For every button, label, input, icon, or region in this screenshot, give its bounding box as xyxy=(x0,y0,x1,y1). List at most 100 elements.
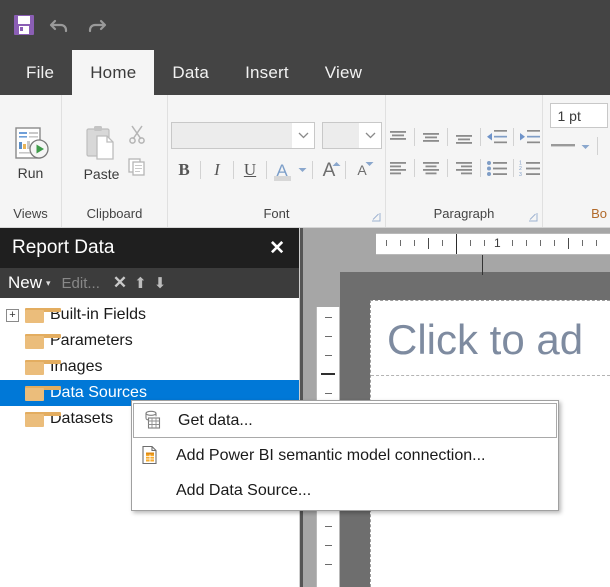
align-bottom-icon xyxy=(454,129,474,145)
paragraph-dialog-launcher-icon[interactable] xyxy=(529,213,538,222)
horizontal-ruler[interactable]: 1 xyxy=(376,233,610,255)
decrease-indent-button[interactable] xyxy=(484,125,510,149)
line-style-icon xyxy=(550,140,576,150)
align-top-icon xyxy=(388,129,408,145)
align-bottom-button[interactable] xyxy=(451,125,477,149)
ruler-label-1: 1 xyxy=(494,236,501,250)
divider xyxy=(447,128,448,146)
context-menu-item-get-data[interactable]: Get data... xyxy=(133,403,557,438)
tree-item-parameters[interactable]: Parameters xyxy=(0,328,299,354)
align-left-button[interactable] xyxy=(385,156,411,180)
border-width-input[interactable]: 1 pt xyxy=(550,103,608,128)
ribbon-group-paragraph-label: Paragraph xyxy=(434,206,495,227)
database-icon xyxy=(142,410,164,432)
paste-button[interactable]: Paste xyxy=(83,124,121,182)
svg-text:3: 3 xyxy=(519,172,522,176)
align-right-icon xyxy=(454,160,474,176)
decrease-indent-icon xyxy=(486,129,508,145)
folder-icon xyxy=(25,360,44,375)
divider xyxy=(480,128,481,146)
line-style-dropdown[interactable] xyxy=(581,137,590,155)
font-color-dropdown[interactable] xyxy=(295,157,309,183)
report-data-header: Report Data ✕ xyxy=(0,228,299,268)
context-menu-item-label: Add Data Source... xyxy=(176,482,311,500)
edit-button: Edit... xyxy=(62,275,100,292)
context-menu-item-add-power-bi-semantic-model[interactable]: Add Power BI semantic model connection..… xyxy=(132,438,558,473)
tab-insert[interactable]: Insert xyxy=(227,50,307,95)
context-menu-item-add-data-source[interactable]: Add Data Source... xyxy=(132,473,558,508)
font-color-swatch xyxy=(274,176,291,181)
line-style-button[interactable] xyxy=(550,137,576,155)
divider xyxy=(345,161,346,179)
report-title-textbox[interactable]: Click to ad xyxy=(371,304,610,376)
tab-view-label: View xyxy=(325,63,362,83)
underline-button[interactable]: U xyxy=(237,157,263,183)
copy-icon xyxy=(127,157,147,177)
tree-item-images[interactable]: Images xyxy=(0,354,299,380)
font-dialog-launcher-icon[interactable] xyxy=(372,213,381,222)
divider xyxy=(597,137,598,155)
close-icon[interactable]: ✕ xyxy=(265,237,289,260)
bold-button[interactable]: B xyxy=(171,157,197,183)
context-menu[interactable]: Get data... Add Power BI semantic model … xyxy=(131,400,559,511)
new-button[interactable]: New xyxy=(8,273,42,293)
move-down-button[interactable]: ⬇ xyxy=(154,274,167,292)
chevron-down-icon[interactable]: ▾ xyxy=(46,278,51,289)
ribbon-group-border: 1 pt Bo xyxy=(543,95,609,227)
tree-item-built-in-fields[interactable]: + Built-in Fields xyxy=(0,302,299,328)
expand-icon[interactable]: + xyxy=(6,309,19,322)
divider xyxy=(513,128,514,146)
move-up-button[interactable]: ⬆ xyxy=(134,274,147,292)
grow-font-button[interactable]: A xyxy=(316,157,342,183)
tab-data-label: Data xyxy=(172,63,209,83)
delete-button[interactable]: ✕ xyxy=(113,273,127,293)
run-icon xyxy=(12,125,50,163)
save-button[interactable] xyxy=(11,12,37,38)
redo-icon xyxy=(84,15,108,35)
ribbon-group-font: B I U A xyxy=(168,95,386,227)
folder-icon xyxy=(25,308,44,323)
report-data-toolbar: New ▾ Edit... ✕ ⬆ ⬇ xyxy=(0,268,299,298)
copy-button[interactable] xyxy=(127,157,147,182)
align-middle-button[interactable] xyxy=(418,125,444,149)
report-data-title: Report Data xyxy=(12,237,265,259)
undo-button[interactable] xyxy=(47,12,73,38)
border-width-value: 1 pt xyxy=(558,108,581,124)
ribbon-group-clipboard-label: Clipboard xyxy=(87,206,143,227)
tab-home[interactable]: Home xyxy=(72,50,154,95)
font-size-combobox[interactable] xyxy=(322,122,382,149)
align-center-button[interactable] xyxy=(418,156,444,180)
redo-button[interactable] xyxy=(83,12,109,38)
align-top-button[interactable] xyxy=(385,125,411,149)
cut-button[interactable] xyxy=(127,124,147,149)
font-name-input[interactable] xyxy=(172,123,292,148)
align-right-button[interactable] xyxy=(451,156,477,180)
ribbon-group-font-label: Font xyxy=(263,206,289,227)
divider xyxy=(447,159,448,177)
chevron-down-icon xyxy=(292,132,314,139)
semantic-model-icon xyxy=(140,445,162,467)
tab-file[interactable]: File xyxy=(8,50,72,95)
tab-view[interactable]: View xyxy=(307,50,380,95)
run-button[interactable]: Run xyxy=(12,125,50,181)
ribbon: Run Views Paste xyxy=(0,95,610,228)
font-color-button[interactable]: A xyxy=(270,157,294,183)
underline-label: U xyxy=(244,160,256,179)
bullets-button[interactable] xyxy=(484,156,510,180)
folder-icon xyxy=(25,412,44,427)
tab-data[interactable]: Data xyxy=(154,50,227,95)
align-left-icon xyxy=(388,160,408,176)
paste-icon xyxy=(83,124,121,164)
bullet-list-icon xyxy=(486,160,508,176)
workspace: Report Data ✕ New ▾ Edit... ✕ ⬆ ⬇ + Buil… xyxy=(0,228,610,587)
font-name-combobox[interactable] xyxy=(171,122,315,149)
italic-button[interactable]: I xyxy=(204,157,230,183)
divider xyxy=(312,161,313,179)
font-size-input[interactable] xyxy=(323,123,359,148)
tab-insert-label: Insert xyxy=(245,63,289,83)
ribbon-group-clipboard: Paste xyxy=(62,95,168,227)
shrink-font-button[interactable]: A xyxy=(349,157,375,183)
scissors-icon xyxy=(127,124,147,144)
save-icon xyxy=(14,15,34,35)
ribbon-group-views: Run Views xyxy=(0,95,62,227)
